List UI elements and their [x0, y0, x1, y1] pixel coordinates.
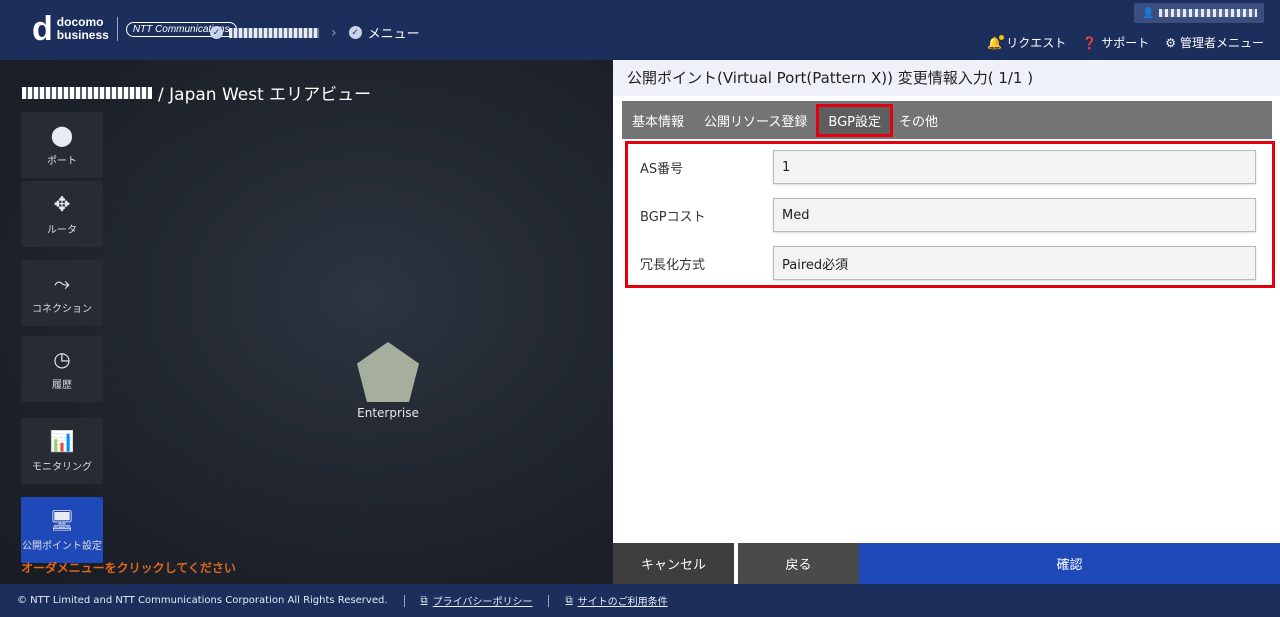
nav-admin-label: 管理者メニュー [1179, 36, 1264, 50]
menu-history-button[interactable]: ◷ 履歴 [21, 336, 103, 402]
menu-connection-label: コネクション [32, 303, 92, 315]
top-nav: 🔔 リクエスト ❓ サポート ⚙ 管理者メニュー [971, 34, 1264, 51]
redundancy-field[interactable]: Paired必須 [773, 246, 1256, 280]
menu-connection-button[interactable]: ⤳ コネクション [21, 260, 103, 326]
docomo-d-mark: d [32, 10, 53, 48]
form-row-as-number: AS番号 1 [640, 150, 1270, 184]
connection-icon: ⤳ [54, 270, 70, 295]
port-icon: ⬤ [50, 122, 74, 147]
area-title: / Japan West エリアビュー [22, 80, 371, 105]
check-circle-icon: ✓ [348, 26, 362, 39]
menu-router-button[interactable]: ✥ ルータ [21, 181, 103, 247]
external-window-icon: ⧉ [565, 595, 573, 606]
menu-router-label: ルータ [47, 224, 77, 236]
privacy-policy-label: プライバシーポリシー [432, 597, 533, 608]
top-header: d docomo business NTT Communications ✓ ›… [0, 0, 1280, 60]
breadcrumb: ✓ › ✓ メニュー [210, 23, 420, 42]
user-icon: 👤 [1142, 7, 1155, 19]
footer-divider [548, 594, 550, 607]
external-window-icon: ⧉ [420, 595, 428, 606]
gear-icon: ⚙ [1165, 35, 1176, 50]
tab-basic-info[interactable]: 基本情報 [632, 106, 684, 135]
tab-other[interactable]: その他 [899, 106, 938, 135]
chevron-right-icon: › [331, 24, 337, 41]
back-button[interactable]: 戻る [738, 543, 859, 584]
enterprise-node[interactable]: Enterprise [356, 342, 420, 420]
nav-request-label: リクエスト [1006, 36, 1067, 50]
bgp-form-highlight: AS番号 1 BGPコスト Med 冗長化方式 Paired必須 [625, 141, 1275, 288]
copyright-text: © NTT Limited and NTT Communications Cor… [17, 595, 388, 606]
user-name-redacted [1159, 9, 1258, 17]
tab-bar: 基本情報 公開リソース登録 BGP設定 その他 [622, 101, 1272, 139]
enterprise-label: Enterprise [357, 406, 419, 420]
menu-port-label: ポート [47, 155, 77, 167]
area-view: / Japan West エリアビュー ⬤ ポート ✥ ルータ ⤳ コネクション… [0, 60, 613, 584]
confirm-button[interactable]: 確認 [859, 543, 1280, 584]
docomo-business-logo[interactable]: d docomo business NTT Communications [32, 10, 237, 48]
cancel-button[interactable]: キャンセル [613, 543, 734, 584]
form-row-bgp-cost: BGPコスト Med [640, 198, 1270, 232]
tenant-name-redacted [22, 86, 152, 99]
privacy-policy-link[interactable]: ⧉ プライバシーポリシー [421, 593, 533, 608]
action-bar: キャンセル 戻る 確認 [613, 543, 1280, 584]
menu-public-point-button[interactable]: 🖥 公開ポイント設定 [21, 497, 103, 563]
terms-of-use-label: サイトのご利用条件 [577, 597, 668, 608]
pentagon-icon [357, 342, 419, 402]
history-icon: ◷ [53, 346, 71, 371]
form-row-redundancy: 冗長化方式 Paired必須 [640, 246, 1270, 280]
logo-line2: business [56, 28, 109, 42]
tab-public-resource[interactable]: 公開リソース登録 [704, 106, 807, 135]
user-account-button[interactable]: 👤 [1134, 3, 1264, 23]
bgp-cost-label: BGPコスト [640, 209, 706, 225]
area-title-text: / Japan West エリアビュー [158, 85, 372, 105]
check-circle-icon: ✓ [210, 26, 223, 39]
menu-public-point-label: 公開ポイント設定 [22, 540, 102, 552]
help-icon: ❓ [1082, 35, 1098, 50]
menu-history-label: 履歴 [52, 379, 72, 391]
nav-request[interactable]: 🔔 リクエスト [987, 34, 1066, 51]
nav-support[interactable]: ❓ サポート [1082, 34, 1149, 51]
change-input-panel: 公開ポイント(Virtual Port(Pattern X)) 変更情報入力( … [613, 60, 1280, 543]
tab-bgp-settings[interactable]: BGP設定 [816, 103, 893, 137]
router-icon: ✥ [53, 191, 71, 216]
terms-of-use-link[interactable]: ⧉ サイトのご利用条件 [565, 593, 667, 608]
order-menu-hint: オーダメニューをクリックしてください [21, 561, 236, 575]
panel-title: 公開ポイント(Virtual Port(Pattern X)) 変更情報入力( … [613, 60, 1280, 96]
menu-monitoring-label: モニタリング [32, 461, 92, 473]
nav-admin-menu[interactable]: ⚙ 管理者メニュー [1165, 34, 1264, 51]
footer-divider [403, 594, 405, 607]
menu-monitoring-button[interactable]: 📊 モニタリング [21, 418, 103, 484]
public-point-icon: 🖥 [49, 507, 75, 532]
bgp-cost-field[interactable]: Med [773, 198, 1256, 232]
as-number-label: AS番号 [640, 161, 684, 177]
bell-icon: 🔔 [987, 34, 1005, 50]
menu-port-button[interactable]: ⬤ ポート [21, 112, 103, 178]
nav-support-label: サポート [1101, 36, 1150, 50]
breadcrumb-tenant-redacted[interactable] [229, 27, 319, 38]
logo-divider [116, 17, 118, 41]
breadcrumb-menu[interactable]: メニュー [368, 23, 420, 42]
as-number-field[interactable]: 1 [773, 150, 1256, 184]
redundancy-label: 冗長化方式 [640, 257, 706, 273]
monitoring-icon: 📊 [49, 428, 75, 453]
footer: © NTT Limited and NTT Communications Cor… [0, 584, 1280, 617]
